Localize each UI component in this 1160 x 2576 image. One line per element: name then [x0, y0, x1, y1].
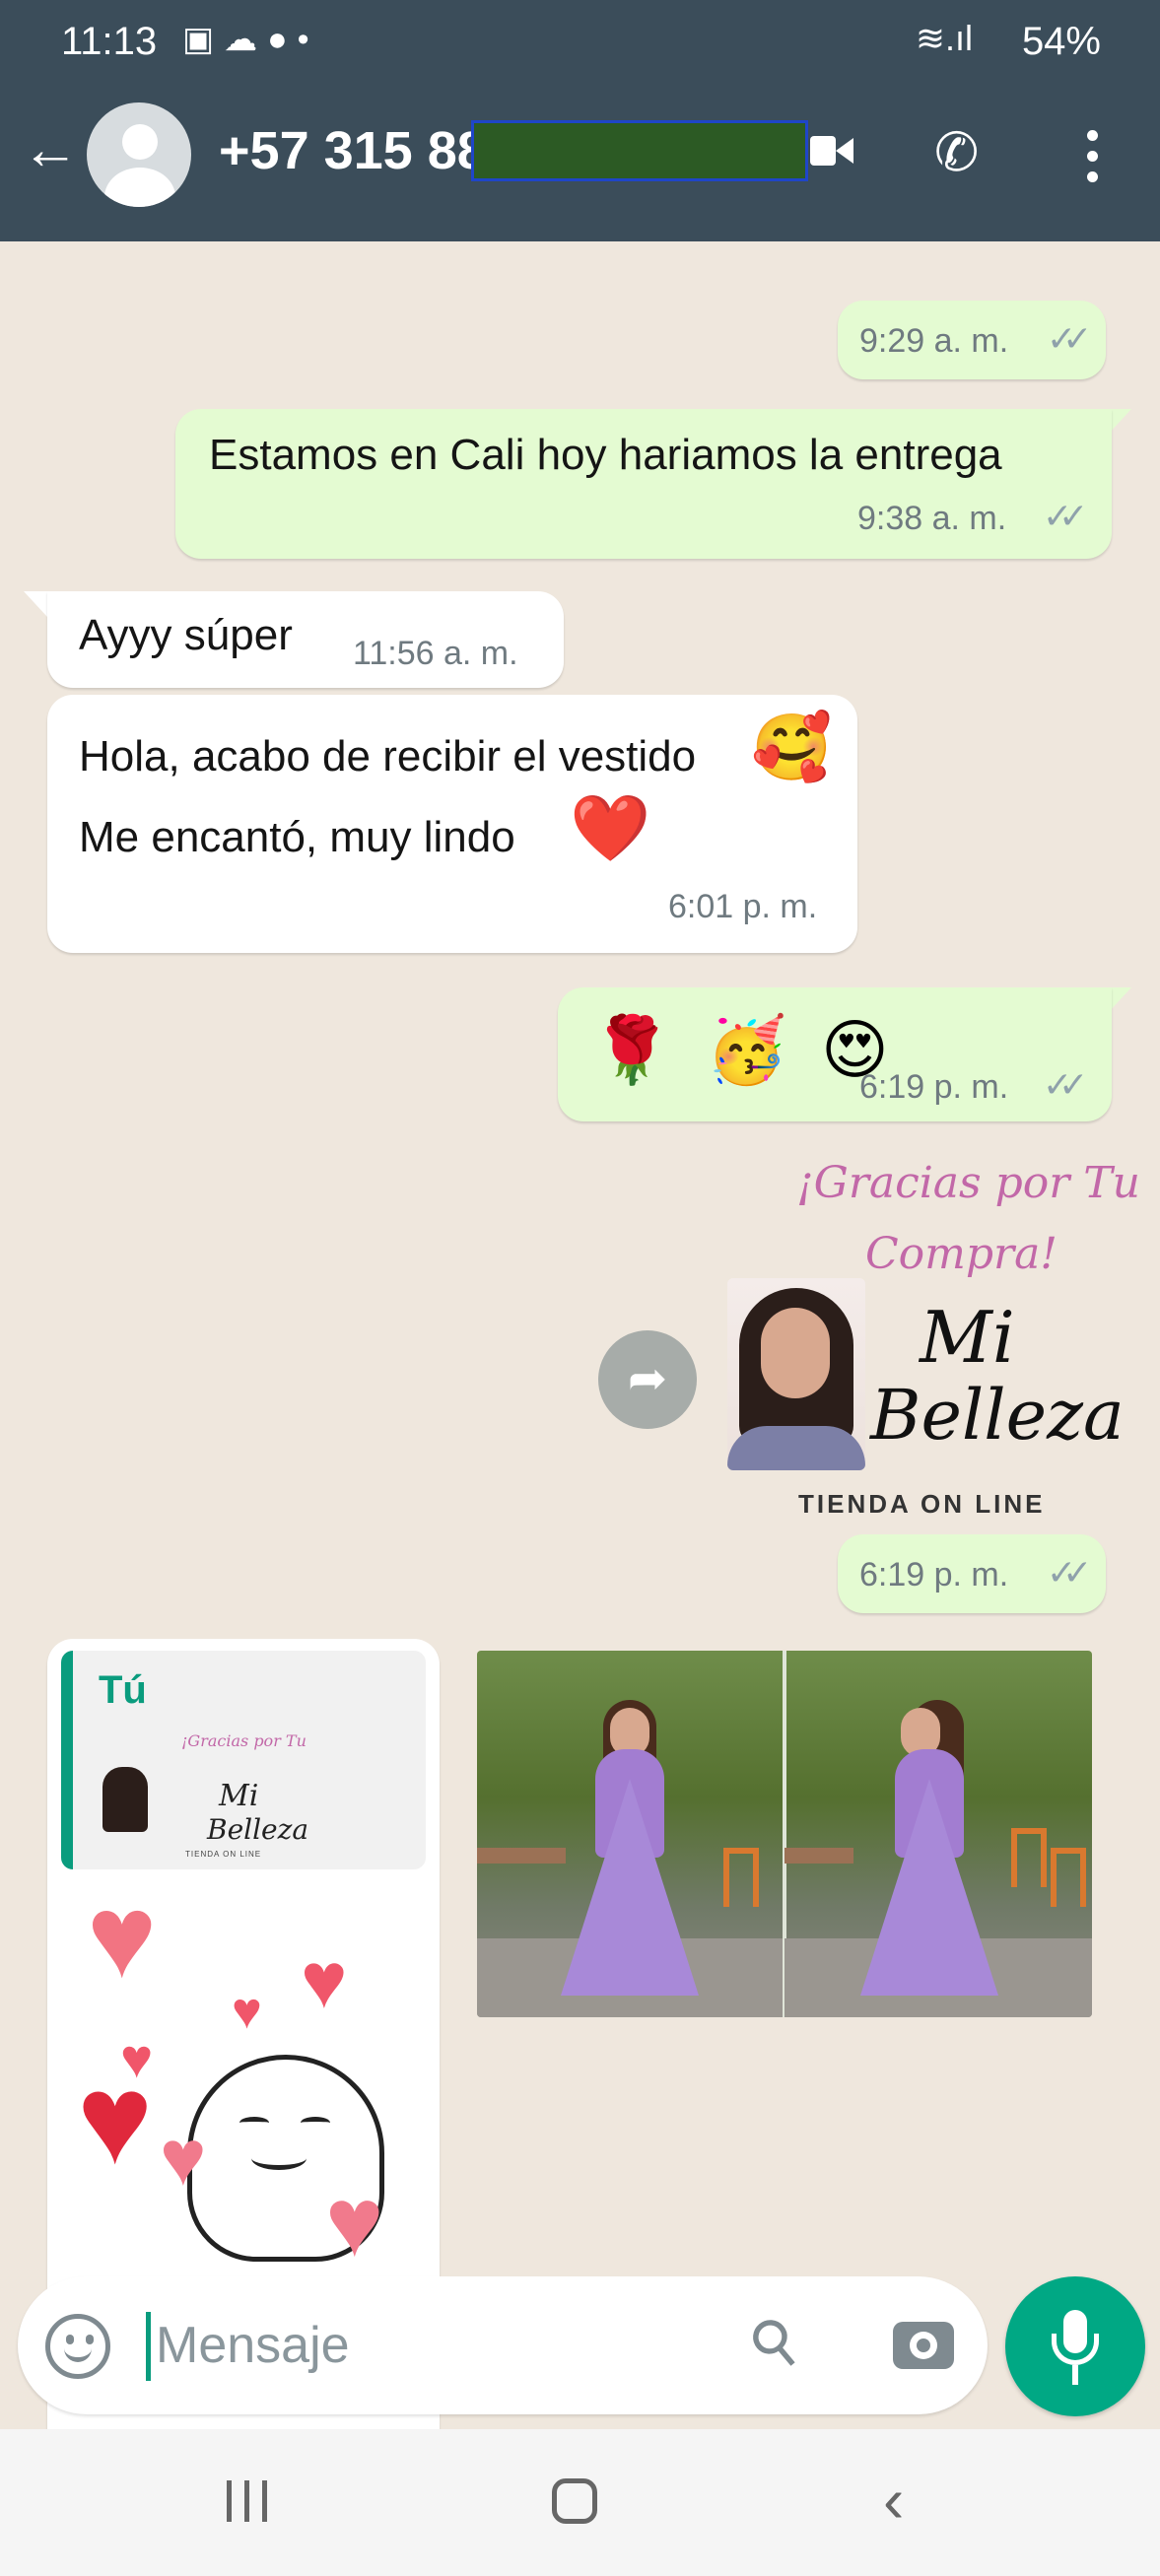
forward-icon[interactable]: ➦ — [598, 1330, 697, 1429]
quoted-sticker-portrait — [102, 1767, 148, 1832]
sticker-brand-line1: Mi — [920, 1296, 1015, 1379]
quoted-sticker-brand2: Belleza — [207, 1813, 309, 1846]
red-heart-emoji-icon: ❤️ — [570, 791, 651, 864]
sticker-brand-line2: Belleza — [870, 1375, 1125, 1456]
nav-back-icon[interactable]: ‹ — [883, 2469, 904, 2532]
message-time: 11:56 a. m. — [353, 635, 518, 672]
emoji-reaction-icons: 🌹 🥳 😍 — [591, 1013, 897, 1086]
avatar-placeholder-icon — [122, 124, 158, 160]
message-time: 6:01 p. m. — [668, 888, 818, 925]
sticker-portrait — [727, 1278, 865, 1470]
redaction-box — [471, 120, 808, 181]
incoming-message[interactable]: Hola, acabo de recibir el vestido 🥰 Me e… — [47, 695, 857, 953]
system-nav-bar: ‹ — [0, 2429, 1160, 2576]
signal-icon: ≋.ıl — [915, 18, 973, 58]
heart-icon: ♥ — [232, 1983, 262, 2040]
quoted-sticker-subtitle: TIENDA ON LINE — [185, 1850, 262, 1859]
sticker-title-line1: ¡Gracias por Tu — [796, 1158, 1140, 1208]
sticker-title-line2: Compra! — [865, 1229, 1058, 1279]
quoted-sticker-title: ¡Gracias por Tu — [181, 1731, 307, 1750]
heart-icon: ♥ — [325, 2167, 384, 2277]
video-call-icon[interactable] — [810, 134, 853, 168]
battery-level: 54% — [1021, 20, 1101, 63]
chat-area: 9:29 a. m. ✓✓ Estamos en Cali hoy hariam… — [0, 241, 1160, 2429]
outgoing-message[interactable]: Estamos en Cali hoy hariamos la entrega … — [175, 409, 1112, 559]
thank-you-sticker[interactable]: ¡Gracias por Tu Compra! Mi Belleza TIEND… — [727, 1158, 1140, 1519]
message-text: Ayyy súper — [79, 611, 293, 659]
incoming-message[interactable]: Ayyy súper 11:56 a. m. — [47, 591, 564, 688]
outgoing-message[interactable]: 9:29 a. m. ✓✓ — [838, 301, 1106, 379]
back-arrow-icon[interactable]: ← — [22, 120, 81, 179]
read-ticks-icon: ✓✓ — [1047, 318, 1092, 359]
contact-avatar[interactable] — [87, 102, 191, 207]
message-time: 6:19 p. m. — [859, 1556, 1009, 1593]
status-bar: 11:13 ▣☁●• ≋.ıl 54% — [0, 0, 1160, 89]
top-bar: 11:13 ▣☁●• ≋.ıl 54% ← +57 315 88 ✆ — [0, 0, 1160, 241]
notification-icons: ▣☁●• — [182, 21, 319, 58]
sticker-subtitle: TIENDA ON LINE — [798, 1489, 1046, 1519]
heart-icon: ♥ — [301, 1936, 348, 2024]
home-icon[interactable] — [552, 2478, 597, 2524]
outgoing-message[interactable]: 6:19 p. m. ✓✓ — [838, 1534, 1106, 1613]
message-input[interactable] — [156, 2308, 747, 2383]
text-caret — [146, 2312, 151, 2381]
status-time: 11:13 — [61, 20, 158, 63]
message-text: Estamos en Cali hoy hariamos la entrega — [209, 431, 1002, 479]
read-ticks-icon: ✓✓ — [1043, 496, 1088, 536]
outgoing-message[interactable]: 🌹 🥳 😍 6:19 p. m. ✓✓ — [558, 987, 1112, 1121]
microphone-icon[interactable] — [1005, 2276, 1145, 2416]
message-time: 9:29 a. m. — [859, 322, 1009, 360]
message-time: 6:19 p. m. — [859, 1068, 1009, 1106]
more-options-icon[interactable] — [1082, 130, 1102, 189]
quoted-author: Tú — [99, 1668, 147, 1712]
heart-icon: ♥ — [77, 2047, 154, 2191]
recent-apps-icon[interactable] — [227, 2480, 272, 2522]
emoji-icon[interactable] — [45, 2314, 110, 2379]
quoted-sticker-brand1: Mi — [219, 1779, 259, 1813]
smiling-hearts-emoji-icon: 🥰 — [751, 711, 833, 783]
dress-photo[interactable] — [477, 1651, 1092, 2017]
read-ticks-icon: ✓✓ — [1047, 1552, 1092, 1593]
quoted-message[interactable]: Tú ¡Gracias por Tu Mi Belleza TIENDA ON … — [61, 1651, 426, 1869]
camera-icon[interactable] — [893, 2322, 954, 2369]
message-time: 9:38 a. m. — [857, 500, 1007, 537]
contact-name[interactable]: +57 315 88 — [219, 120, 487, 181]
heart-icon: ♥ — [87, 1870, 158, 2002]
message-text-line1: Hola, acabo de recibir el vestido — [79, 732, 697, 780]
voice-call-icon[interactable]: ✆ — [934, 126, 979, 179]
heart-icon: ♥ — [160, 2114, 207, 2202]
read-ticks-icon: ✓✓ — [1043, 1064, 1088, 1105]
message-text-line2: Me encantó, muy lindo — [79, 813, 515, 861]
message-input-bar: ⚲ — [18, 2276, 988, 2414]
